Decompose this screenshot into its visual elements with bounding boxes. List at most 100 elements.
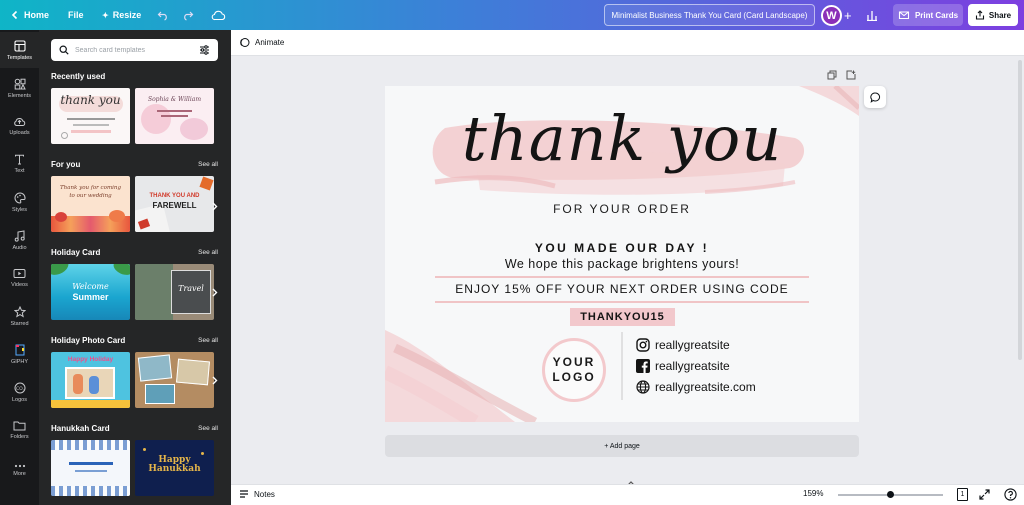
template-thumbnail[interactable]: thank you [51, 88, 130, 144]
template-thumbnail[interactable] [135, 352, 214, 408]
fullscreen-icon[interactable] [979, 489, 990, 500]
card-logo-placeholder[interactable]: YOUR LOGO [542, 338, 606, 402]
thumb-text: thank you [60, 93, 121, 107]
see-all-link[interactable]: See all [198, 161, 218, 168]
vertical-scrollbar[interactable] [1018, 60, 1022, 360]
templates-icon [13, 39, 26, 52]
help-icon[interactable] [1004, 488, 1017, 501]
chevron-left-icon [10, 10, 20, 20]
redo-button[interactable] [182, 0, 194, 30]
avatar[interactable]: W [821, 5, 842, 26]
zoom-level[interactable]: 159% [803, 489, 823, 498]
carousel-next-button[interactable] [208, 371, 222, 389]
card-script-title[interactable]: thank you [385, 102, 859, 175]
add-page-icon[interactable] [846, 70, 856, 80]
rail-item-starred[interactable]: Starred [0, 298, 39, 334]
card-instagram-row[interactable]: reallygreatsite [636, 338, 730, 352]
document-title[interactable]: Minimalist Business Thank You Card (Card… [604, 4, 815, 26]
home-button[interactable]: Home [10, 0, 49, 30]
thumb-text: Happy Holiday [67, 356, 114, 363]
carousel-next-button[interactable] [208, 283, 222, 301]
template-thumbnail[interactable] [51, 440, 130, 496]
zoom-slider-handle[interactable] [887, 491, 894, 498]
rail-item-more[interactable]: More [0, 452, 39, 488]
share-label: Share [988, 10, 1012, 20]
rail-item-logos[interactable]: CO. Logos [0, 374, 39, 410]
search-bar[interactable] [51, 39, 218, 61]
see-all-link[interactable]: See all [198, 337, 218, 344]
card-website-row[interactable]: reallygreatsite.com [636, 380, 756, 394]
template-thumbnail[interactable]: Sophia & William [135, 88, 214, 144]
facebook-handle: reallygreatsite [655, 359, 730, 373]
rail-label: Uploads [9, 130, 30, 136]
add-collaborator-button[interactable]: + [844, 0, 852, 30]
section-title-recently-used: Recently used [51, 72, 106, 81]
card-hope-text[interactable]: We hope this package brightens yours! [385, 257, 859, 271]
rail-item-videos[interactable]: Videos [0, 260, 39, 296]
see-all-link[interactable]: See all [198, 249, 218, 256]
videos-icon [13, 269, 26, 278]
thumb-text: THANK YOU AND [149, 193, 200, 199]
template-thumbnail[interactable]: THANK YOU AND FAREWELL [135, 176, 214, 232]
rail-item-templates[interactable]: Templates [0, 32, 39, 68]
rail-item-uploads[interactable]: Uploads [0, 108, 39, 144]
side-rail: Templates Elements Uploads Text Styles A… [0, 30, 39, 505]
card-made-day-text[interactable]: YOU MADE OUR DAY ! [385, 241, 859, 255]
notes-button[interactable]: Notes [239, 489, 275, 499]
template-thumbnail[interactable]: Happy Hanukkah [135, 440, 214, 496]
templates-panel: Recently used thank you Sophia & William… [39, 30, 231, 505]
filter-icon[interactable] [199, 45, 210, 55]
file-menu[interactable]: File [68, 0, 84, 30]
see-all-link[interactable]: See all [198, 425, 218, 432]
section-title-hanukkah-card: Hanukkah Card [51, 424, 110, 433]
template-thumbnail[interactable]: Happy Holiday [51, 352, 130, 408]
print-cards-button[interactable]: Print Cards [893, 4, 963, 26]
card-code-text: THANKYOU15 [580, 311, 665, 323]
rail-item-folders[interactable]: Folders [0, 412, 39, 448]
add-page-label: + Add page [604, 442, 640, 450]
uploads-icon [14, 117, 26, 126]
share-button[interactable]: Share [968, 4, 1018, 26]
instagram-icon [636, 338, 650, 352]
animate-button[interactable]: Animate [255, 38, 284, 47]
cloud-save-button[interactable] [211, 0, 226, 30]
rail-label: GIPHY [10, 358, 29, 365]
template-thumbnail[interactable]: Travel [135, 264, 214, 320]
share-icon [975, 10, 985, 20]
logo-text-line: YOUR [552, 355, 596, 369]
template-thumbnail[interactable]: Thank you for coming to our wedding [51, 176, 130, 232]
rail-label: Videos [11, 282, 28, 288]
card-code-badge[interactable]: THANKYOU15 [570, 308, 675, 326]
giphy-icon [15, 344, 24, 355]
template-thumbnail[interactable]: Welcome Summer [51, 264, 130, 320]
section-title-holiday-card: Holiday Card [51, 248, 101, 257]
duplicate-page-icon[interactable] [827, 70, 837, 80]
add-page-button[interactable]: + Add page [385, 435, 859, 457]
comment-button[interactable] [864, 86, 886, 108]
insights-button[interactable] [866, 0, 878, 30]
rail-label: Starred [10, 320, 29, 327]
card-offer-text[interactable]: ENJOY 15% OFF YOUR NEXT ORDER USING CODE [385, 282, 859, 296]
rail-item-styles[interactable]: Styles [0, 184, 39, 220]
card-for-order-text[interactable]: FOR YOUR ORDER [385, 202, 859, 216]
context-toolbar: Animate [231, 30, 1024, 56]
rail-item-text[interactable]: Text [0, 146, 39, 182]
design-page[interactable]: thank you FOR YOUR ORDER YOU MADE OUR DA… [385, 86, 859, 422]
page-count-button[interactable]: 1 [957, 488, 968, 501]
rail-label: Elements [8, 92, 31, 99]
carousel-next-button[interactable] [208, 197, 222, 215]
thumb-text-line: Hanukkah [148, 464, 201, 475]
rail-item-audio[interactable]: Audio [0, 222, 39, 258]
resize-button[interactable]: ✦ Resize [102, 0, 141, 30]
thumb-text: Happy Hanukkah [135, 455, 214, 475]
rail-item-giphy[interactable]: GIPHY [0, 336, 39, 372]
print-icon [898, 10, 910, 20]
rail-label: Templates [6, 54, 33, 61]
undo-icon [157, 9, 169, 21]
chevron-right-icon [212, 202, 218, 210]
card-facebook-row[interactable]: reallygreatsite [636, 359, 730, 373]
rail-item-elements[interactable]: Elements [0, 70, 39, 106]
search-input[interactable] [75, 46, 185, 54]
audio-icon [14, 229, 25, 242]
undo-button[interactable] [157, 0, 169, 30]
